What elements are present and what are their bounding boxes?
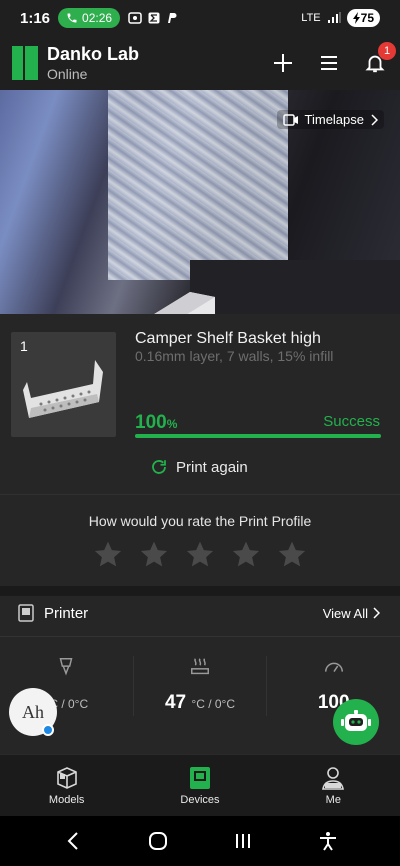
avatar-initials: Ah: [22, 701, 44, 722]
system-navigation-bar: [0, 816, 400, 866]
bed-temp-value: 47 °C / 0°C: [165, 692, 235, 714]
chevron-right-icon: [371, 113, 378, 126]
temp-unit: °C / 0°C: [191, 697, 236, 711]
camera-printed-basket: [154, 292, 215, 314]
job-details: 0.16mm layer, 7 walls, 15% infill: [135, 348, 334, 364]
app-header: Danko Lab Online 1: [0, 36, 400, 90]
video-icon: [282, 113, 298, 126]
nav-item-models[interactable]: Models: [0, 755, 133, 816]
back-icon: [67, 832, 78, 850]
notification-badge: 1: [378, 42, 396, 60]
section-divider: [0, 586, 400, 596]
nozzle-icon: [59, 658, 73, 676]
home-icon: [148, 832, 167, 850]
recents-icon: [235, 834, 250, 848]
nav-label: Models: [48, 794, 85, 806]
status-bar: 1:16 02:26 LTE 75: [0, 0, 400, 36]
printer-section-title: Printer: [44, 604, 89, 622]
accessibility-button[interactable]: [316, 829, 340, 853]
progress-value: 100: [135, 412, 167, 433]
printer-status: Online: [47, 66, 88, 82]
heatbed-icon: [191, 658, 209, 675]
camera-window-glare: [108, 90, 288, 280]
back-button[interactable]: [61, 829, 85, 853]
accessibility-icon: [319, 832, 336, 851]
progress-percent: 100%: [135, 412, 177, 434]
chevron-right-icon: [373, 607, 380, 619]
nav-label: Devices: [180, 794, 220, 806]
job-thumbnail[interactable]: 1: [11, 332, 116, 437]
battery-indicator: 75: [346, 9, 380, 27]
sigma-app-icon: [148, 12, 160, 24]
progress-fill: [135, 434, 381, 438]
menu-button[interactable]: [316, 50, 342, 76]
printer-icon: [18, 604, 34, 622]
nav-item-me[interactable]: Me: [267, 755, 400, 816]
call-timer: 02:26: [82, 11, 113, 25]
view-all-link[interactable]: View All: [323, 606, 380, 621]
nav-label: Me: [325, 794, 341, 806]
person-icon: [322, 767, 345, 790]
print-job-card: 1 Camper Shelf Basket high 0.16mm layer,…: [0, 314, 400, 494]
camera-print-bed: [190, 260, 400, 314]
timelapse-button[interactable]: Timelapse: [276, 110, 384, 129]
progress-bar: [135, 434, 381, 438]
star-icon[interactable]: [138, 539, 170, 571]
cube-icon: [56, 767, 77, 789]
job-name: Camper Shelf Basket high: [135, 330, 321, 347]
bambu-logo-icon: [12, 46, 38, 80]
nav-item-devices[interactable]: Devices: [133, 755, 266, 816]
bed-temp-number: 47: [164, 692, 187, 713]
status-right: LTE 75: [301, 9, 380, 27]
network-label: LTE: [301, 12, 321, 24]
job-status: Success: [323, 413, 380, 430]
add-button[interactable]: [270, 50, 296, 76]
printer-name: Danko Lab: [47, 44, 140, 64]
star-icon[interactable]: [230, 539, 262, 571]
notifications-button[interactable]: 1: [362, 42, 396, 76]
printer-header: Printer View All: [18, 604, 380, 622]
status-time: 1:16: [20, 9, 51, 27]
notification-icons: [128, 12, 177, 24]
screen-record-icon: [128, 12, 142, 24]
bottom-navigation: Models Devices Me: [0, 754, 400, 816]
star-icon[interactable]: [92, 539, 124, 571]
header-actions: 1: [270, 42, 396, 76]
list-icon: [321, 56, 337, 70]
battery-level: 75: [360, 11, 374, 25]
timelapse-label: Timelapse: [304, 112, 364, 127]
avatar-badge: [42, 724, 54, 736]
home-button[interactable]: [146, 829, 170, 853]
recents-button[interactable]: [231, 829, 255, 853]
star-icon[interactable]: [184, 539, 216, 571]
speed-gauge[interactable]: 100: [267, 656, 400, 716]
progress-unit: %: [166, 417, 178, 431]
call-pill[interactable]: 02:26: [58, 8, 121, 28]
star-rating: [0, 539, 400, 571]
job-index: 1: [20, 338, 28, 354]
print-again-button[interactable]: Print again: [150, 458, 248, 476]
rating-title: How would you rate the Print Profile: [88, 513, 312, 529]
phone-icon: [67, 13, 77, 23]
robot-icon: [341, 710, 371, 731]
star-icon[interactable]: [276, 539, 308, 571]
signal-icon: [327, 12, 341, 23]
print-again-label: Print again: [176, 458, 248, 476]
divider: [0, 636, 400, 637]
paypal-icon: [168, 13, 177, 23]
bed-temp[interactable]: 47 °C / 0°C: [134, 656, 268, 716]
plus-icon: [274, 54, 292, 72]
charging-icon: [352, 12, 360, 24]
assistant-bot-button[interactable]: [333, 699, 379, 745]
speedometer-icon: [324, 662, 343, 672]
rating-section: How would you rate the Print Profile: [0, 494, 400, 586]
camera-view[interactable]: Timelapse: [0, 90, 400, 314]
refresh-icon: [152, 460, 166, 474]
devices-icon: [189, 767, 210, 789]
view-all-label: View All: [322, 605, 368, 621]
printer-title-block[interactable]: Danko Lab Online: [47, 44, 139, 82]
